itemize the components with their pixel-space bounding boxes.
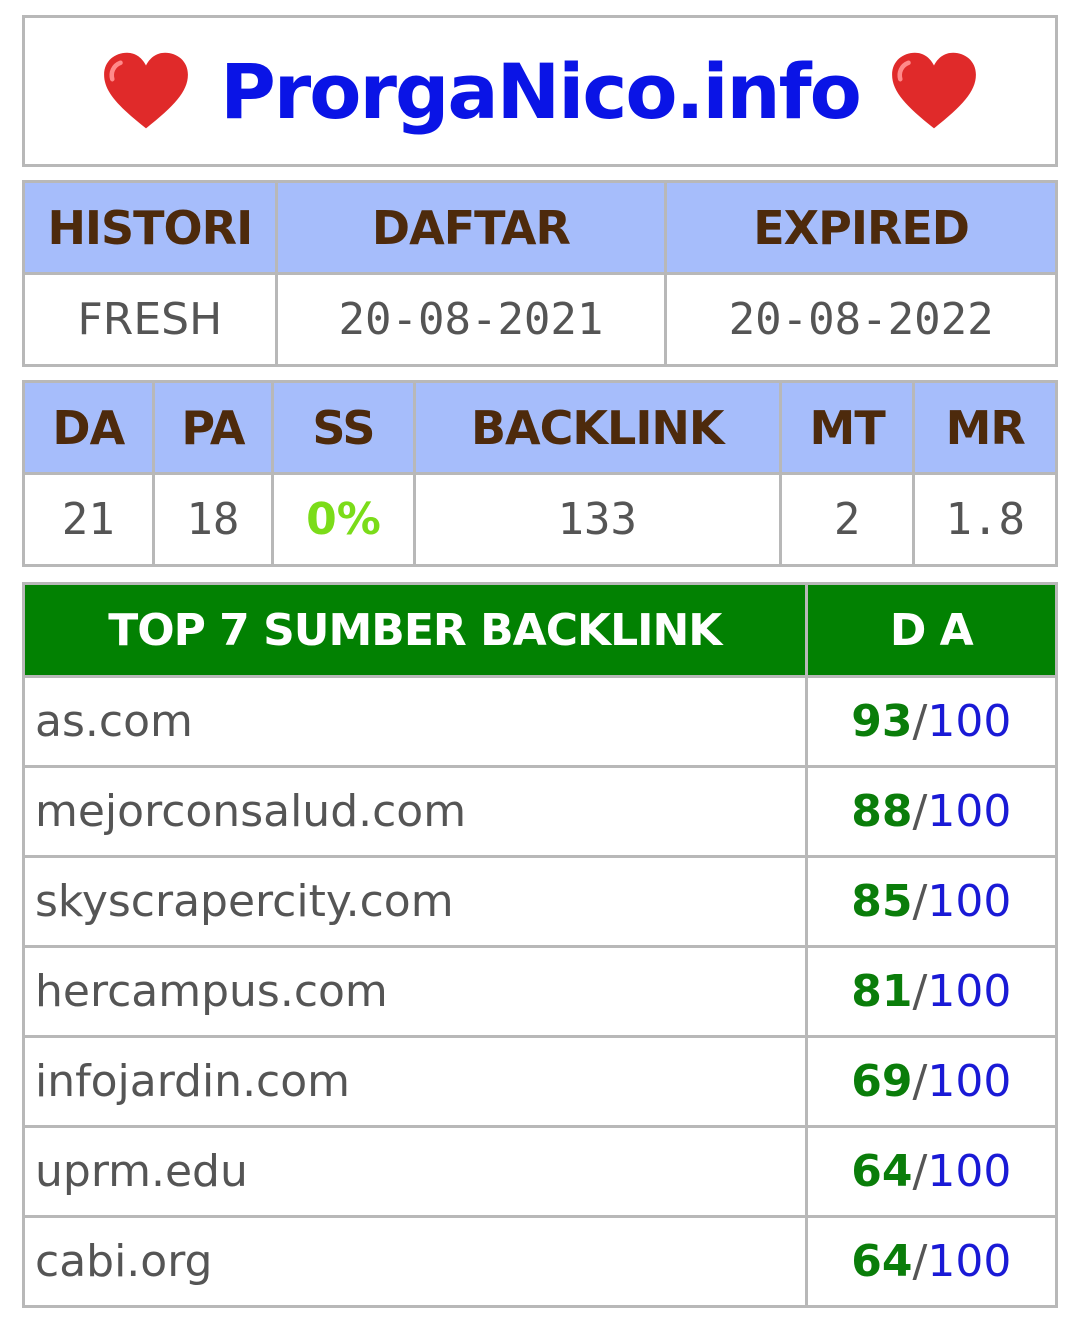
da-score-value: 64 <box>851 1146 913 1197</box>
backlink-domain[interactable]: skyscrapercity.com <box>22 855 808 948</box>
da-score-value: 85 <box>851 876 913 927</box>
header-expired: EXPIRED <box>664 180 1058 275</box>
mt-value: 2 <box>778 472 916 567</box>
site-name[interactable]: ProrgaNico.info <box>220 47 862 136</box>
backlink-domain[interactable]: hercampus.com <box>22 945 808 1038</box>
header-mr: MR <box>912 380 1058 475</box>
da-score-value: 81 <box>851 966 913 1017</box>
pa-value: 18 <box>151 472 275 567</box>
daftar-value: 20-08-2021 <box>274 272 668 367</box>
top-backlinks-table: TOP 7 SUMBER BACKLINK D A as.com 93/100 me… <box>22 582 1059 1308</box>
site-title-box: ProrgaNico.info <box>22 15 1058 167</box>
header-mt: MT <box>778 380 916 475</box>
header-ss: SS <box>271 380 416 475</box>
backlink-da-score: 81/100 <box>804 945 1059 1038</box>
table-row: as.com 93/100 <box>22 675 1059 768</box>
metrics-table: DA PA SS BACKLINK MT MR 21 18 0% 133 2 1… <box>22 380 1058 567</box>
da-score-max: 100 <box>927 1146 1012 1197</box>
backlink-da-score: 69/100 <box>804 1035 1059 1128</box>
da-score-max: 100 <box>927 1236 1012 1287</box>
table-row: skyscrapercity.com 85/100 <box>22 855 1059 948</box>
da-score-separator: / <box>912 1146 928 1197</box>
backlink-domain[interactable]: infojardin.com <box>22 1035 808 1128</box>
table-row: cabi.org 64/100 <box>22 1215 1059 1308</box>
table-row: mejorconsalud.com 88/100 <box>22 765 1059 858</box>
da-score-value: 88 <box>851 786 913 837</box>
da-score-separator: / <box>912 786 928 837</box>
da-score-value: 64 <box>851 1236 913 1287</box>
backlink-domain[interactable]: mejorconsalud.com <box>22 765 808 858</box>
da-score-max: 100 <box>927 696 1012 747</box>
mr-value: 1.8 <box>912 472 1058 567</box>
da-score-max: 100 <box>927 966 1012 1017</box>
da-score-max: 100 <box>927 1056 1012 1107</box>
backlink-domain[interactable]: uprm.edu <box>22 1125 808 1218</box>
backlink-da-score: 64/100 <box>804 1215 1059 1308</box>
backlink-da-score: 88/100 <box>804 765 1059 858</box>
backlink-domain[interactable]: cabi.org <box>22 1215 808 1308</box>
expired-value: 20-08-2022 <box>664 272 1058 367</box>
backlink-domain[interactable]: as.com <box>22 675 808 768</box>
heart-icon <box>104 52 189 129</box>
header-backlink: BACKLINK <box>412 380 782 475</box>
da-score-separator: / <box>912 1056 928 1107</box>
ss-value: 0% <box>271 472 416 567</box>
registration-table: HISTORI DAFTAR EXPIRED FRESH 20-08-2021 … <box>22 180 1058 367</box>
header-histori: HISTORI <box>22 180 278 275</box>
da-score-separator: / <box>912 1236 928 1287</box>
header-pa: PA <box>151 380 275 475</box>
table-row: infojardin.com 69/100 <box>22 1035 1059 1128</box>
da-score-separator: / <box>912 966 928 1017</box>
da-value: 21 <box>22 472 155 567</box>
da-score-separator: / <box>912 696 928 747</box>
backlink-value: 133 <box>412 472 782 567</box>
da-score-separator: / <box>912 876 928 927</box>
histori-value: FRESH <box>22 272 278 367</box>
da-score-max: 100 <box>927 786 1012 837</box>
table-row: uprm.edu 64/100 <box>22 1125 1059 1218</box>
heart-icon <box>891 52 976 129</box>
top-backlinks-title: TOP 7 SUMBER BACKLINK <box>22 582 808 678</box>
backlink-da-score: 64/100 <box>804 1125 1059 1218</box>
da-score-value: 93 <box>851 696 913 747</box>
da-score-value: 69 <box>851 1056 913 1107</box>
header-da: DA <box>22 380 155 475</box>
header-daftar: DAFTAR <box>274 180 668 275</box>
da-column-header: D A <box>804 582 1059 678</box>
backlink-da-score: 85/100 <box>804 855 1059 948</box>
table-row: hercampus.com 81/100 <box>22 945 1059 1038</box>
da-score-max: 100 <box>927 876 1012 927</box>
backlink-da-score: 93/100 <box>804 675 1059 768</box>
